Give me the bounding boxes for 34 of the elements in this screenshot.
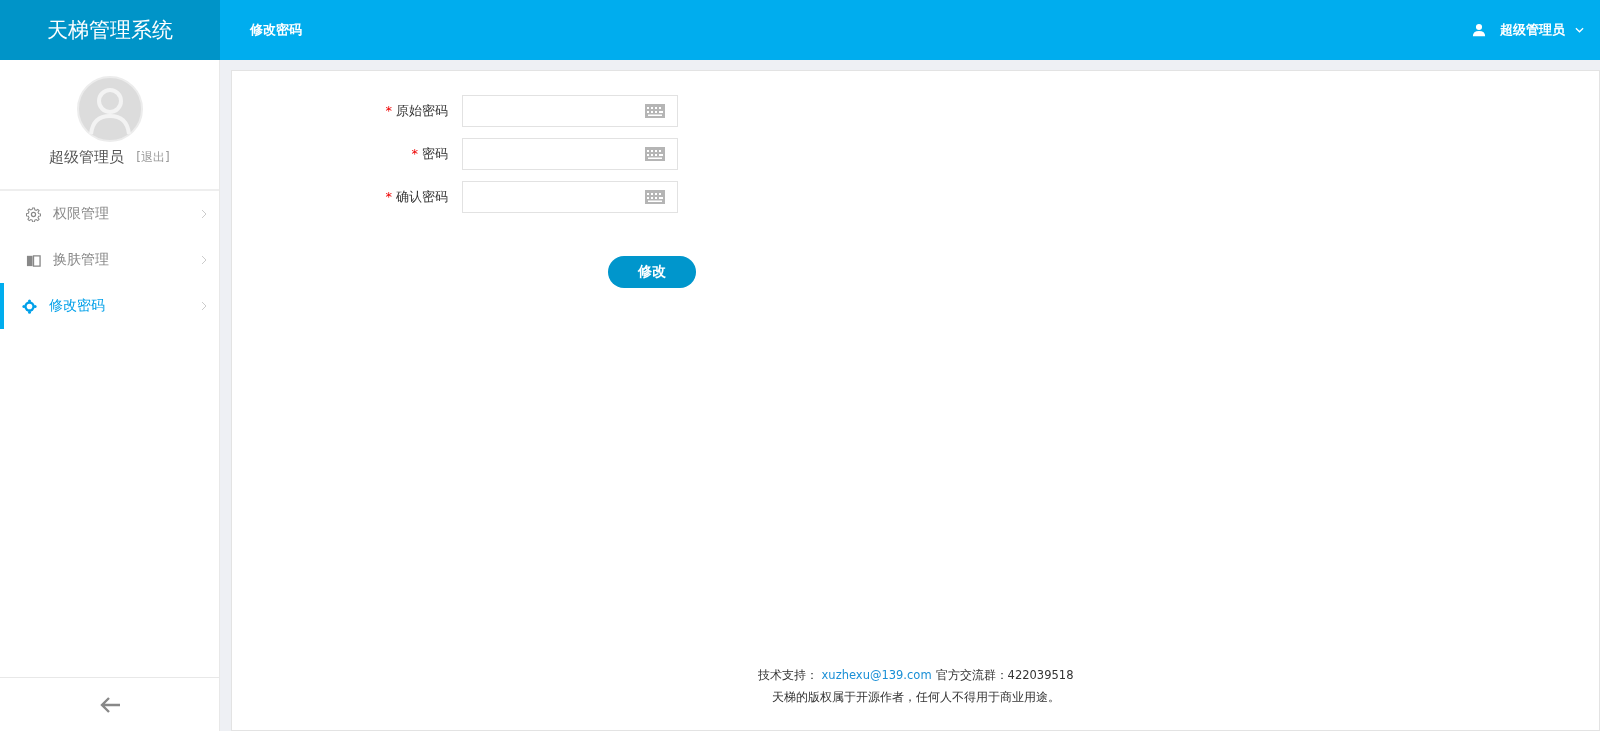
page-title: 修改密码 [250, 21, 302, 39]
password-field[interactable] [462, 181, 678, 213]
copyright-text: 天梯的版权属于开源作者，任何人不得用于商业用途。 [771, 690, 1060, 704]
user-name: 超级管理员 [49, 148, 125, 167]
avatar-icon [76, 76, 143, 142]
chevron-right-icon [201, 209, 207, 219]
keyboard-icon[interactable] [645, 147, 665, 161]
logout-link[interactable]: [退出] [136, 149, 170, 166]
sidebar-menu-item[interactable]: 权限管理 [0, 191, 219, 237]
field-label: 原始密码 [396, 103, 448, 118]
chevron-right-icon [201, 255, 207, 265]
email-link[interactable]: xuzhexu@139.com [821, 668, 932, 682]
support-label: 技术支持： [757, 668, 818, 682]
required-mark: * [385, 189, 392, 204]
password-field[interactable] [462, 138, 678, 170]
user-menu-button[interactable]: 超级管理员 [1500, 21, 1565, 39]
sidebar-menu-item[interactable]: 换肤管理 [0, 237, 219, 283]
caret-icon[interactable] [1575, 27, 1584, 33]
field-label: 确认密码 [396, 189, 448, 204]
group-text: 官方交流群：422039518 [935, 668, 1074, 682]
chevron-right-icon [201, 301, 207, 311]
arrow-left-icon[interactable] [98, 695, 121, 714]
required-mark: * [411, 146, 418, 161]
app-logo-title: 天梯管理系统 [0, 0, 220, 60]
keyboard-icon[interactable] [645, 104, 665, 118]
gear-icon [26, 206, 41, 222]
field-label: 密码 [422, 146, 448, 161]
password-field[interactable] [462, 95, 678, 127]
book-icon [26, 252, 41, 268]
required-mark: * [385, 103, 392, 118]
keyboard-icon[interactable] [645, 190, 665, 204]
flower-icon [22, 298, 37, 314]
user-icon [1472, 23, 1486, 37]
submit-button[interactable]: 修改 [608, 256, 696, 288]
